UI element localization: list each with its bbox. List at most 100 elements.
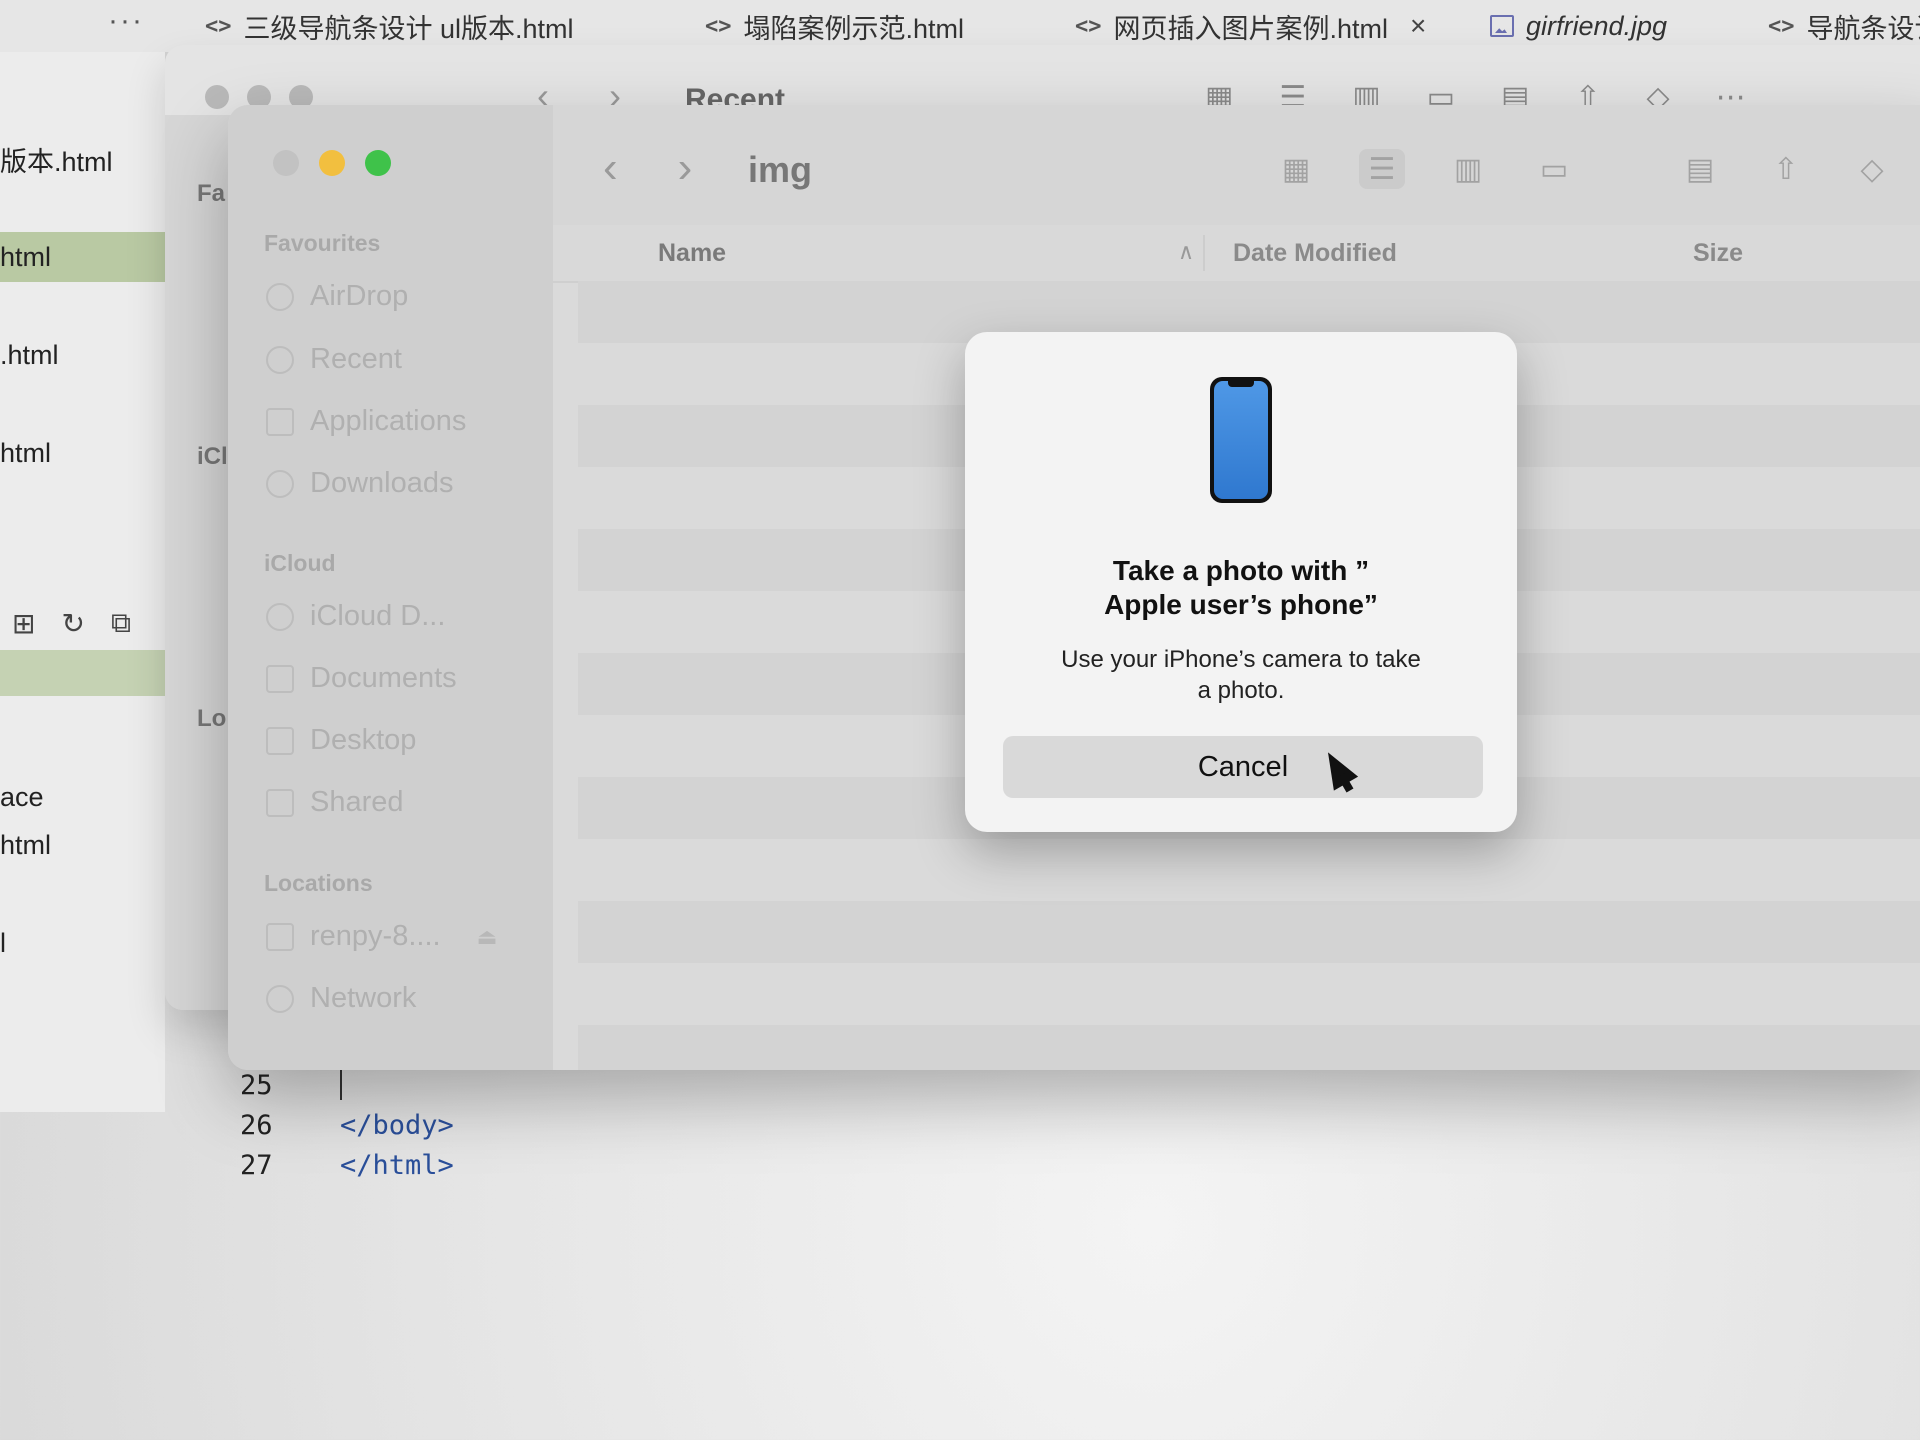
column-header-date-modified[interactable]: Date Modified (1233, 239, 1397, 268)
close-tab-icon[interactable]: × (1410, 10, 1426, 42)
editor-tab[interactable]: <> 三级导航条设计 ul版本.html (205, 4, 574, 48)
list-view-icon[interactable]: ☰ (1359, 149, 1405, 189)
back-arrow-icon[interactable]: ‹ (603, 143, 618, 193)
airdrop-icon (266, 282, 294, 311)
minimize-button[interactable] (319, 150, 345, 176)
navigation-arrows: ‹ › (603, 143, 692, 193)
column-header-name[interactable]: Name (658, 239, 726, 268)
column-headers: Name ∧ Date Modified Size (553, 225, 1920, 283)
tag-icon[interactable]: ◇ (1849, 149, 1895, 189)
text-caret (340, 1070, 342, 1100)
refresh-icon[interactable]: ↻ (61, 607, 84, 640)
file-list-item[interactable]: .html (0, 330, 165, 380)
file-list-highlight (0, 650, 165, 696)
background-window-sidebar: Fa iCl Lo (165, 115, 235, 1010)
tab-label: 网页插入图片案例.html (1113, 13, 1389, 44)
collapse-icon[interactable]: ⧉ (111, 607, 131, 640)
file-list-item[interactable]: 版本.html (0, 134, 165, 184)
sidebar-item-network[interactable]: Network (266, 982, 416, 1015)
image-file-icon (1490, 15, 1514, 37)
close-button[interactable] (273, 150, 299, 176)
sort-ascending-icon: ∧ (1178, 239, 1195, 264)
line-number: 25 (240, 1069, 273, 1101)
line-number: 26 (240, 1109, 273, 1141)
forward-arrow-icon[interactable]: › (678, 143, 693, 193)
group-by-icon[interactable]: ▤ (1677, 149, 1723, 189)
more-tabs-button[interactable]: ··· (108, 4, 144, 38)
dialog-message-line: a photo. (1197, 677, 1285, 704)
sidebar-item-airdrop[interactable]: AirDrop (266, 280, 408, 313)
code-file-icon: <> (1075, 13, 1102, 39)
dialog-message-line: Use your iPhone’s camera to take (1061, 646, 1421, 673)
grid-view-icon[interactable]: ▦ (1273, 149, 1319, 189)
sidebar-item-label: Downloads (310, 467, 454, 499)
window-controls (273, 150, 391, 176)
eject-icon[interactable]: ⏏ (477, 924, 498, 950)
editor-tab[interactable]: <> 导航条设计 (1768, 4, 1920, 48)
file-list-item[interactable]: html (0, 820, 165, 870)
sidebar-item-label: Desktop (310, 724, 417, 756)
sidebar-item-label: iCloud D... (310, 600, 446, 632)
code-text: </html> (340, 1149, 454, 1181)
column-header-size[interactable]: Size (1693, 239, 1743, 268)
desktop-icon (266, 726, 294, 755)
sidebar-item-downloads[interactable]: Downloads (266, 467, 453, 500)
sidebar-item-label: Recent (310, 343, 402, 375)
zoom-button[interactable] (365, 150, 391, 176)
disk-icon (266, 922, 294, 951)
view-controls: ▦ ☰ ▥ ▭ ▤ ⇧ ◇ (1273, 149, 1895, 189)
tab-label: girfriend.jpg (1526, 10, 1668, 41)
file-list-item[interactable]: l (0, 918, 165, 968)
code-file-icon: <> (205, 13, 232, 39)
share-icon[interactable]: ⇧ (1763, 149, 1809, 189)
close-button[interactable] (205, 85, 229, 109)
editor-tab[interactable]: <> 塌陷案例示范.html (705, 4, 964, 48)
sidebar-item-label: Documents (310, 662, 457, 694)
finder-sidebar: Favourites AirDrop Recent Applications D… (228, 105, 553, 1070)
locations-header: Locations (264, 870, 373, 896)
sidebar-item-renpy-disk[interactable]: renpy-8.... ⏏ (266, 920, 497, 953)
code-line: 26 </body> (240, 1105, 454, 1145)
empty-row (578, 1025, 1920, 1070)
sidebar-item-label: Applications (310, 405, 467, 437)
iphone-icon (1210, 377, 1272, 503)
editor-tab-active[interactable]: <> 网页插入图片案例.html × (1075, 4, 1426, 48)
tab-label: 导航条设计 (1806, 13, 1920, 44)
editor-tab[interactable]: girfriend.jpg (1490, 4, 1667, 48)
sidebar-item-documents[interactable]: Documents (266, 662, 457, 695)
column-view-icon[interactable]: ▥ (1445, 149, 1491, 189)
file-list-item[interactable]: ace (0, 772, 165, 822)
file-list-item[interactable]: html (0, 428, 165, 478)
sidebar-section-header: Fa (197, 180, 226, 207)
clock-icon (266, 345, 294, 374)
sidebar-item-icloud-drive[interactable]: iCloud D... (266, 600, 445, 633)
sidebar-item-label: Shared (310, 786, 404, 818)
sidebar-section-header: Lo (197, 705, 227, 732)
cloud-icon (266, 602, 294, 631)
editor-file-list: 版本.html html .html html ⊞ ↻ ⧉ ace html l (0, 52, 165, 1112)
sidebar-item-label: Network (310, 982, 417, 1014)
empty-row (578, 901, 1920, 963)
sidebar-section-header: iCl (197, 443, 228, 470)
sidebar-item-shared[interactable]: Shared (266, 786, 404, 819)
sidebar-item-label: renpy-8.... (310, 920, 441, 952)
sidebar-item-applications[interactable]: Applications (266, 405, 466, 438)
finder-toolbar: ‹ › img ▦ ☰ ▥ ▭ ▤ ⇧ ◇ (553, 105, 1920, 225)
code-line: 25 (240, 1065, 454, 1105)
gallery-view-icon[interactable]: ▭ (1531, 149, 1577, 189)
column-divider[interactable] (1203, 235, 1205, 271)
shared-folder-icon (266, 788, 294, 817)
favourites-header: Favourites (264, 230, 381, 256)
dialog-title: Take a photo with ” Apple user’s phone” (995, 554, 1487, 622)
code-file-icon: <> (1768, 13, 1795, 39)
sidebar-item-recent[interactable]: Recent (266, 343, 402, 376)
sidebar-item-desktop[interactable]: Desktop (266, 724, 416, 757)
code-editor[interactable]: 25 26 </body> 27 </html> (240, 1065, 454, 1185)
file-list-item-selected[interactable]: html (0, 232, 165, 282)
new-folder-icon[interactable]: ⊞ (12, 607, 35, 640)
dialog-title-line: Take a photo with ” (1112, 555, 1370, 586)
cancel-button[interactable]: Cancel (1003, 736, 1483, 798)
empty-row (578, 963, 1920, 1025)
applications-icon (266, 407, 294, 436)
empty-row (578, 839, 1920, 901)
